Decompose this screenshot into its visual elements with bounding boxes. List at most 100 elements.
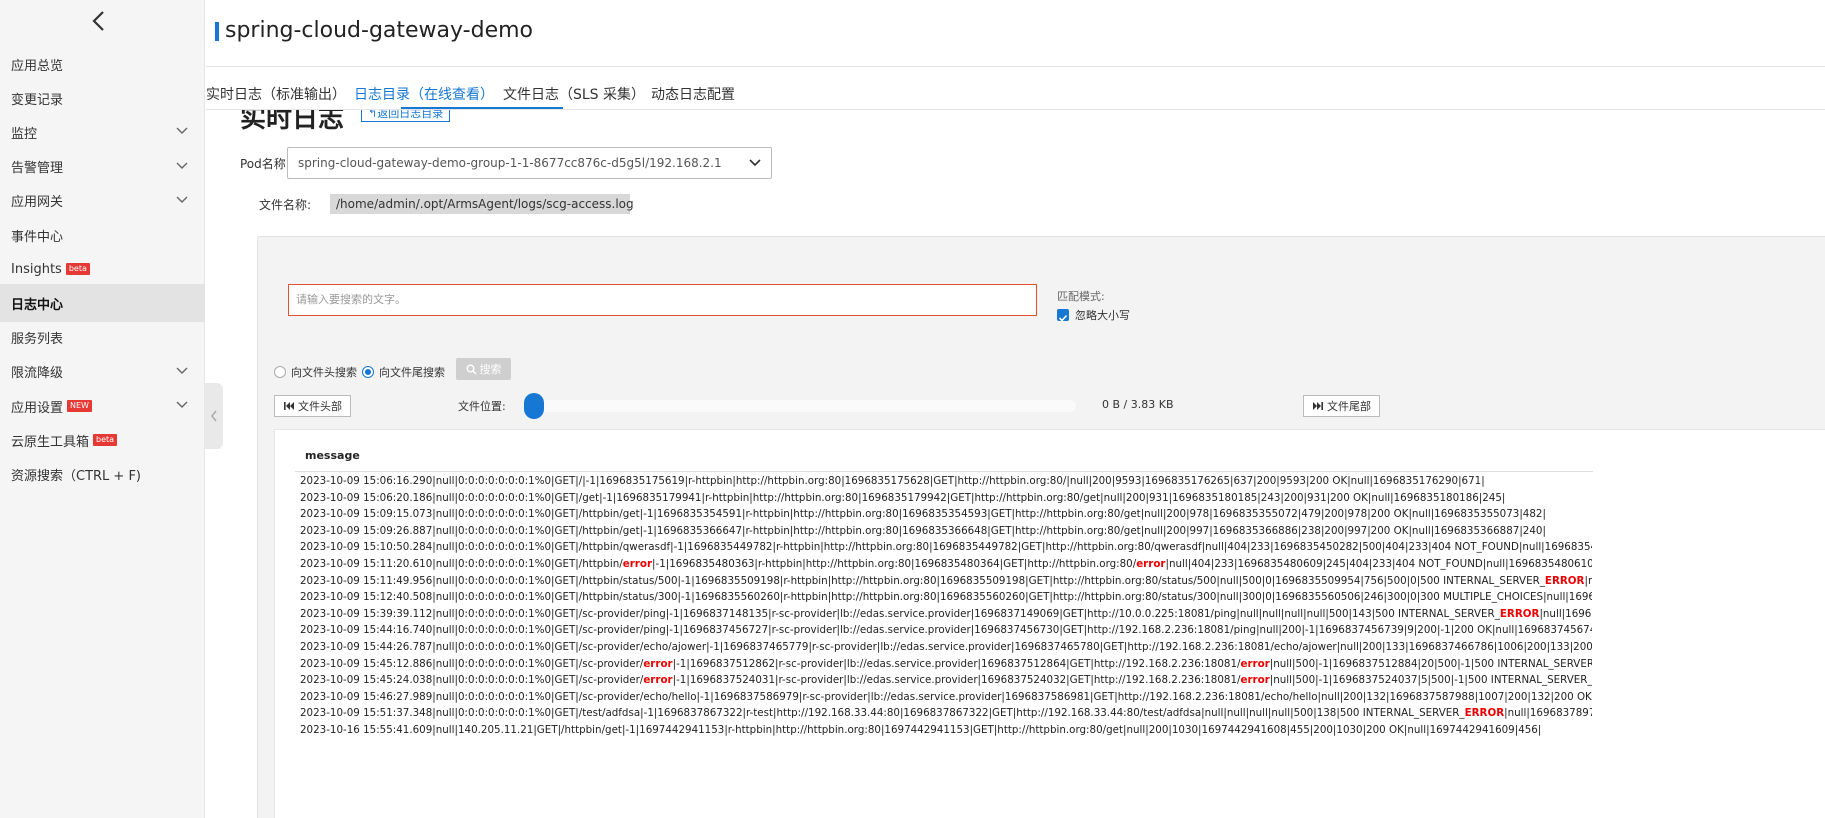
search-match-highlight: error [1240,674,1270,687]
sidebar-item-label: 监控 [11,126,38,142]
sidebar-item-label: Insights [11,261,62,277]
search-match-highlight: ERROR [1464,707,1505,720]
chevron-down-icon [749,159,761,167]
sidebar-item[interactable]: 应用设置 NEW [0,387,205,425]
pod-select[interactable]: spring-cloud-gateway-demo-group-1-1-8677… [287,147,772,179]
log-row: 2023-10-09 15:44:16.740|null|0:0:0:0:0:0… [300,624,1592,637]
check-icon [1058,314,1068,322]
ignore-case-checkbox[interactable] [1057,309,1069,322]
search-match-highlight: error [643,657,673,670]
log-row: 2023-10-09 15:46:27.989|null|0:0:0:0:0:0… [300,690,1592,703]
sidebar-item-badge: beta [65,263,90,276]
title-accent-bar [215,22,219,41]
skip-to-start-icon [284,402,294,410]
search-match-highlight: error [1136,558,1166,570]
sidebar-item[interactable]: 服务列表 [0,319,205,357]
search-from-head-label: 向文件头搜索 [291,366,357,379]
divider [295,471,1593,472]
sidebar-item-badge: NEW [67,400,92,412]
sidebar-item-label: 服务列表 [11,332,64,348]
search-match-highlight: error [643,674,673,687]
log-row: 2023-10-09 15:06:20.186|null|0:0:0:0:0:0… [300,491,1506,504]
log-row: 2023-10-09 15:09:26.887|null|0:0:0:0:0:0… [300,524,1546,537]
ignore-case-label: 忽略大小写 [1075,309,1130,322]
sidebar-item[interactable]: 监控 [0,113,205,151]
log-row: 2023-10-09 15:09:15.073|null|0:0:0:0:0:0… [300,508,1546,521]
sidebar-item-label: 变更记录 [11,92,64,108]
back-icon[interactable] [88,9,110,33]
main-content: spring-cloud-gateway-demo 实时日志（标准输出） 日志目… [206,0,1825,818]
sidebar-item-label: 日志中心 [11,297,64,313]
log-row: 2023-10-09 15:12:40.508|null|0:0:0:0:0:0… [300,591,1592,604]
sidebar-item[interactable]: Insights beta [0,250,205,288]
section-title: 实时日志 [240,110,345,134]
chevron-down-icon [176,162,188,169]
sidebar: 应用总览 变更记录 监控 告警管理 应用网关 事件中心 Insights beta 日志中心 服务… [0,0,205,818]
log-row: 2023-10-09 15:11:49.956|null|0:0:0:0:0:0… [300,574,1592,587]
sidebar-item-label: 告警管理 [11,161,64,177]
sidebar-item[interactable]: 资源搜索（CTRL + F) [0,455,205,493]
sidebar-item[interactable]: 限流降级 [0,353,205,391]
pod-name-label: Pod名称 [240,157,286,171]
chevron-down-icon [176,367,188,374]
file-name-label: 文件名称: [259,198,312,212]
search-match-highlight: error [622,558,653,570]
search-button[interactable]: 搜索 [456,358,511,380]
file-size-text: 0 B / 3.83 KB [1102,398,1174,411]
sidebar-item-label: 云原生工具箱 [11,434,90,450]
sidebar-item[interactable]: 应用总览 [0,45,205,83]
file-tail-button[interactable]: 文件尾部 [1303,395,1380,417]
tab-file-log[interactable]: 文件日志（SLS 采集） [503,84,645,104]
chevron-down-icon [176,196,188,203]
match-mode-label: 匹配模式: [1057,290,1105,303]
file-position-slider-handle[interactable] [524,393,544,419]
search-from-head-radio[interactable] [274,366,286,378]
sidebar-item[interactable]: 变更记录 [0,79,205,117]
sidebar-item-label: 应用设置 [11,400,64,416]
log-row: 2023-10-09 15:06:16.290|null|0:0:0:0:0:0… [300,475,1485,487]
sidebar-item-label: 资源搜索（CTRL + F) [11,468,142,484]
sidebar-item[interactable]: 日志中心 [0,284,205,323]
log-row: 2023-10-09 15:45:24.038|null|0:0:0:0:0:0… [300,674,1592,687]
tab-realtime-log[interactable]: 实时日志（标准输出） [206,84,346,104]
skip-to-end-icon [1313,402,1323,410]
log-row: 2023-10-09 15:39:39.112|null|0:0:0:0:0:0… [300,607,1592,620]
log-row: 2023-10-09 15:10:50.284|null|0:0:0:0:0:0… [300,541,1592,554]
file-name-value: /home/admin/.opt/ArmsAgent/logs/scg-acce… [330,194,634,214]
sidebar-item-badge: beta [93,434,118,447]
log-row: 2023-10-09 15:44:26.787|null|0:0:0:0:0:0… [300,641,1592,653]
log-row: 2023-10-09 15:45:12.886|null|0:0:0:0:0:0… [300,657,1592,670]
sidebar-item-label: 应用总览 [11,58,64,74]
sidebar-item[interactable]: 告警管理 [0,148,205,186]
sidebar-item[interactable]: 应用网关 [0,182,205,220]
search-button-label: 搜索 [479,363,502,376]
search-input[interactable]: 请输入要搜索的文字。 [288,284,1037,316]
log-table: message 2023-10-09 15:06:16.290|null|0:0… [274,429,1825,818]
sidebar-item-label: 应用网关 [11,195,64,211]
divider [206,66,1825,67]
tab-dynamic-log-config[interactable]: 动态日志配置 [651,84,735,104]
search-from-tail-radio[interactable] [362,366,374,378]
file-tail-label: 文件尾部 [1327,400,1371,413]
search-icon [466,364,477,375]
file-head-button[interactable]: 文件头部 [274,395,351,417]
sidebar-item[interactable]: 事件中心 [0,216,205,254]
search-match-highlight: ERROR [1499,607,1540,620]
sidebar-item-label: 事件中心 [11,229,64,245]
message-column-header: message [305,449,360,462]
sidebar-item[interactable]: 云原生工具箱 beta [0,421,205,459]
search-from-tail-label: 向文件尾搜索 [379,366,445,379]
file-head-label: 文件头部 [298,400,342,413]
page-title: spring-cloud-gateway-demo [225,18,533,43]
search-match-highlight: error [1240,657,1270,670]
search-match-highlight: ERROR [1544,574,1585,587]
log-row: 2023-10-09 15:51:37.348|null|0:0:0:0:0:0… [300,707,1592,720]
log-row: 2023-10-16 15:55:41.609|null|140.205.11.… [300,724,1542,736]
chevron-down-icon [176,401,188,408]
tab-content: 实时日志 ↰返回日志目录 Pod名称 spring-cloud-gateway-… [206,110,1825,818]
tab-log-directory[interactable]: 日志目录（在线查看） [354,84,494,104]
file-position-slider[interactable] [534,400,1076,412]
log-viewer-panel: 请输入要搜索的文字。 匹配模式: 忽略大小写 向文件头搜索 向文件尾搜索 搜索 … [257,236,1825,818]
back-to-log-directory-link[interactable]: ↰返回日志目录 [361,110,451,122]
pod-select-value: spring-cloud-gateway-demo-group-1-1-8677… [298,156,722,170]
